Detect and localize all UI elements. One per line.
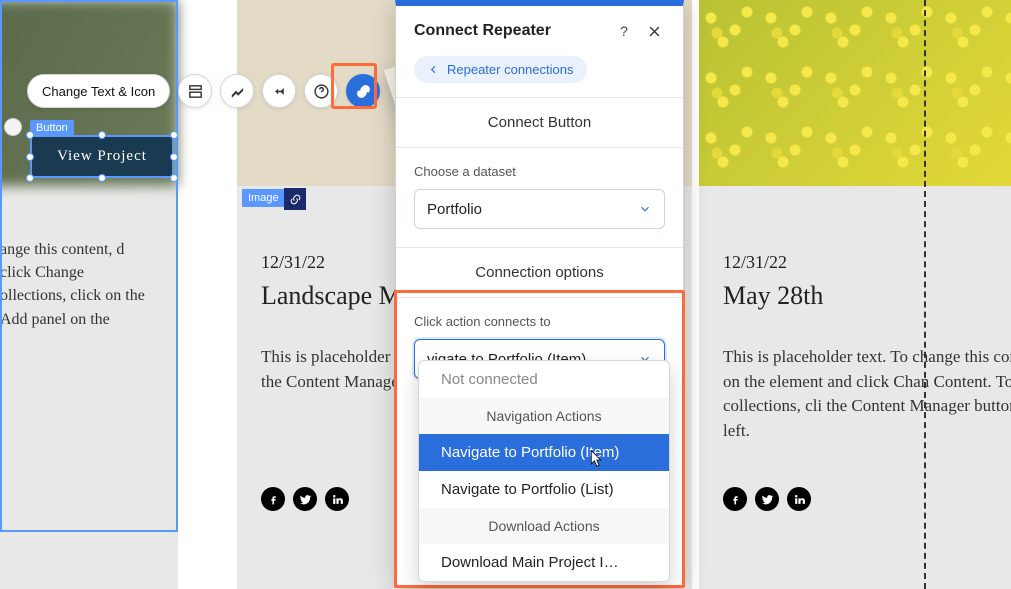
chevron-down-icon: [638, 202, 652, 216]
facebook-icon[interactable]: [723, 487, 747, 511]
click-action-dropdown: Not connected Navigation Actions Navigat…: [418, 360, 670, 582]
panel-help-button[interactable]: ?: [613, 20, 635, 42]
tutorial-highlight-box: [331, 63, 377, 109]
design-button[interactable]: [220, 74, 254, 108]
image-type-badge: Image: [242, 189, 285, 207]
resize-handle[interactable]: [26, 174, 34, 182]
card-title[interactable]: May 28th: [723, 281, 1011, 311]
section-connect-button: Connect Button: [396, 98, 683, 147]
view-project-button[interactable]: View Project: [30, 135, 174, 178]
linkedin-icon[interactable]: [325, 487, 349, 511]
resize-handle[interactable]: [170, 131, 178, 139]
back-label: Repeater connections: [447, 62, 573, 77]
repeater-item-3: View 12/31/22 May 28th This is placehold…: [699, 0, 1011, 589]
card-image[interactable]: [699, 0, 1011, 186]
vertical-guide: [924, 0, 926, 589]
element-type-badge: Button: [30, 120, 74, 136]
dataset-label: Choose a dataset: [396, 148, 683, 189]
card-date[interactable]: 12/31/22: [723, 252, 1011, 273]
dropdown-group-download: Download Actions: [419, 508, 669, 544]
history-icon[interactable]: [4, 118, 22, 136]
animation-button[interactable]: [262, 74, 296, 108]
card-description[interactable]: ange this content, d click Change ollect…: [0, 238, 154, 331]
dropdown-option-not-connected[interactable]: Not connected: [419, 361, 669, 398]
social-row: [261, 487, 349, 511]
section-connection-options: Connection options: [396, 248, 683, 297]
twitter-icon[interactable]: [755, 487, 779, 511]
resize-handle[interactable]: [26, 153, 34, 161]
dropdown-option-download-main[interactable]: Download Main Project I…: [419, 544, 669, 581]
resize-handle[interactable]: [170, 174, 178, 182]
card-description[interactable]: This is placeholder text. To change this…: [723, 345, 1011, 444]
layout-button[interactable]: [178, 74, 212, 108]
linkedin-icon[interactable]: [787, 487, 811, 511]
panel-close-button[interactable]: [643, 20, 665, 42]
dataset-select[interactable]: Portfolio: [414, 189, 665, 229]
resize-handle[interactable]: [98, 174, 106, 182]
image-connected-icon: [284, 188, 306, 210]
panel-title: Connect Repeater: [414, 22, 605, 40]
resize-handle[interactable]: [26, 131, 34, 139]
click-action-label: Click action connects to: [396, 298, 683, 339]
dropdown-option-navigate-item[interactable]: Navigate to Portfolio (Item): [419, 434, 669, 471]
twitter-icon[interactable]: [293, 487, 317, 511]
dataset-value: Portfolio: [427, 201, 482, 218]
facebook-icon[interactable]: [261, 487, 285, 511]
repeater-connections-back[interactable]: Repeater connections: [414, 56, 587, 83]
selected-button-wrap: View Project: [30, 135, 174, 178]
social-row: [723, 487, 811, 511]
dropdown-option-navigate-list[interactable]: Navigate to Portfolio (List): [419, 471, 669, 508]
change-text-button[interactable]: Change Text & Icon: [27, 74, 170, 108]
resize-handle[interactable]: [98, 131, 106, 139]
element-toolbar: Change Text & Icon: [27, 74, 380, 108]
resize-handle[interactable]: [170, 153, 178, 161]
dropdown-group-navigation: Navigation Actions: [419, 398, 669, 434]
